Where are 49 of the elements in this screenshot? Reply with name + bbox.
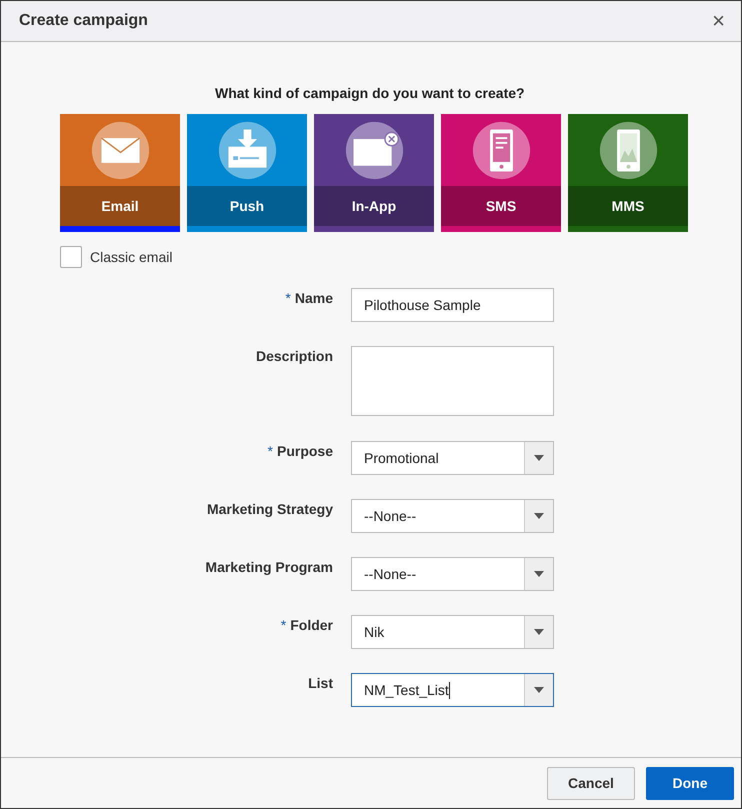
- required-asterisk: *: [268, 443, 273, 459]
- dropdown-field[interactable]: Promotional: [351, 441, 554, 475]
- field-label: Folder: [290, 617, 333, 633]
- name-input-field[interactable]: Pilothouse Sample: [351, 288, 554, 322]
- download-icon: [216, 120, 278, 180]
- dropdown-value: Promotional: [363, 449, 440, 468]
- dropdown-value: --None--: [363, 507, 418, 526]
- prompt-text: What kind of campaign do you want to create?: [215, 85, 526, 103]
- field-label: Marketing Program: [205, 559, 333, 575]
- dropdown-arrow-icon: [534, 687, 544, 693]
- envelope-icon: [90, 120, 150, 180]
- tile-label: SMS: [486, 198, 516, 214]
- dropdown-field[interactable]: Nik: [351, 615, 554, 649]
- campaign-type-tile[interactable]: Email: [60, 114, 180, 232]
- dropdown-value: --None--: [363, 565, 418, 584]
- done-button[interactable]: Done: [646, 766, 734, 800]
- dropdown-field[interactable]: --None--: [351, 499, 554, 533]
- campaign-type-tile[interactable]: MMS: [568, 114, 688, 232]
- checkbox[interactable]: [60, 246, 82, 268]
- dropdown-arrow-icon: [534, 513, 544, 519]
- dropdown-arrow-icon: [534, 629, 544, 635]
- field-label: List: [308, 675, 333, 691]
- checkbox-label: Classic email: [90, 249, 172, 265]
- dropdown-field[interactable]: NM_Test_List: [351, 673, 554, 707]
- close-button[interactable]: ×: [708, 10, 729, 32]
- tile-label: In-App: [352, 198, 396, 214]
- required-asterisk: *: [280, 617, 286, 633]
- window-title: Create campaign: [19, 12, 148, 30]
- campaign-type-tile[interactable]: In-App: [314, 114, 434, 232]
- dropdown-value: Nik: [363, 623, 386, 642]
- tile-label: Email: [101, 198, 139, 214]
- window-close-icon: [344, 120, 404, 180]
- field-label: Description: [256, 348, 333, 364]
- dropdown-arrow-icon: [534, 455, 544, 461]
- phone-image-icon: [598, 120, 658, 180]
- field-label: Marketing Strategy: [206, 501, 333, 517]
- required-asterisk: *: [285, 290, 291, 306]
- tile-label: Push: [230, 198, 264, 214]
- tile-label: MMS: [612, 198, 644, 214]
- description-field[interactable]: [351, 346, 554, 416]
- field-label: Name: [294, 290, 333, 306]
- dropdown-field[interactable]: --None--: [351, 557, 554, 591]
- campaign-type-tile[interactable]: Push: [187, 114, 307, 232]
- cancel-button[interactable]: Cancel: [547, 766, 635, 800]
- campaign-type-tile[interactable]: SMS: [441, 114, 561, 232]
- field-label: Purpose: [276, 443, 333, 459]
- phone-icon: [470, 120, 532, 180]
- dropdown-arrow-icon: [534, 571, 544, 577]
- dropdown-value: NM_Test_List: [363, 680, 451, 700]
